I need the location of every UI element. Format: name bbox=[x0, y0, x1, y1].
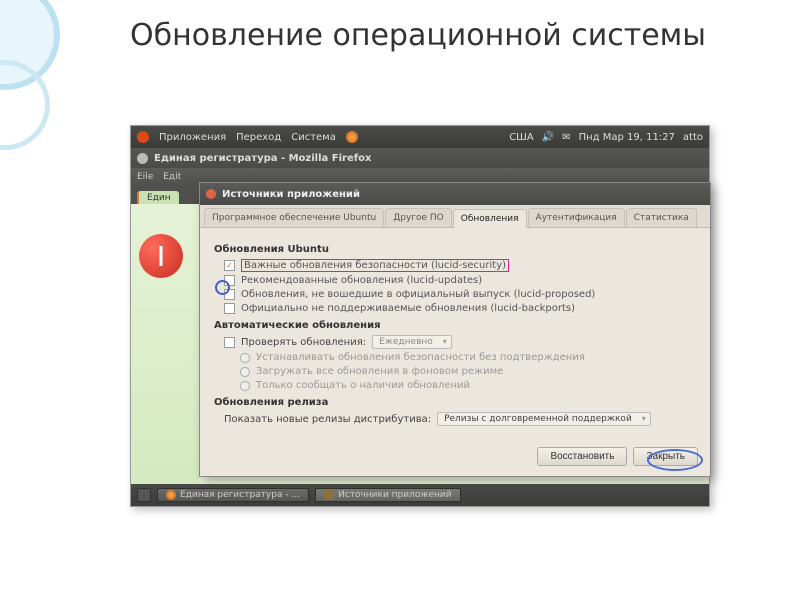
firefox-task-icon bbox=[166, 490, 176, 500]
checkbox-check-updates[interactable] bbox=[224, 337, 235, 348]
webpage-sidebar bbox=[131, 204, 199, 484]
check-interval-dropdown[interactable]: Ежедневно bbox=[372, 335, 452, 349]
checkbox-label: Рекомендованные обновления (lucid-update… bbox=[241, 275, 482, 286]
firefox-window-title: Единая регистратура - Mozilla Firefox bbox=[154, 153, 371, 164]
clock[interactable]: Пнд Мар 19, 11:27 bbox=[579, 132, 675, 143]
alert-icon bbox=[139, 234, 183, 278]
tab-other-software[interactable]: Другое ПО bbox=[385, 208, 452, 227]
checkbox-security-updates[interactable]: Важные обновления безопасности (lucid-se… bbox=[224, 259, 696, 272]
software-sources-dialog: Источники приложений Программное обеспеч… bbox=[199, 182, 711, 477]
firefox-tab[interactable]: Един bbox=[137, 191, 179, 204]
checkbox-label: Важные обновления безопасности (lucid-se… bbox=[241, 259, 509, 272]
tab-statistics[interactable]: Статистика bbox=[626, 208, 697, 227]
radio-notify-only: Только сообщать о наличии обновлений bbox=[240, 380, 696, 391]
slide-decoration bbox=[0, 0, 72, 600]
taskbar-software-sources[interactable]: Источники приложений bbox=[315, 488, 461, 502]
panel-menu-applications[interactable]: Приложения bbox=[159, 132, 226, 143]
os-screenshot: Приложения Переход Система США 🔊 ✉ Пнд М… bbox=[130, 125, 710, 507]
radio-icon bbox=[240, 367, 250, 377]
checkbox-label: Официально не поддерживаемые обновления … bbox=[241, 303, 575, 314]
slide-title: Обновление операционной системы bbox=[130, 18, 706, 54]
ff-menu-file[interactable]: Eile bbox=[137, 172, 153, 182]
checkbox-icon[interactable] bbox=[224, 289, 235, 300]
radio-icon bbox=[240, 381, 250, 391]
firefox-titlebar: Единая регистратура - Mozilla Firefox bbox=[131, 148, 709, 168]
gnome-top-panel: Приложения Переход Система США 🔊 ✉ Пнд М… bbox=[131, 126, 709, 148]
page-background: Источники приложений Программное обеспеч… bbox=[131, 204, 709, 484]
release-upgrade-row: Показать новые релизы дистрибутива: Рели… bbox=[224, 412, 696, 426]
dialog-titlebar[interactable]: Источники приложений bbox=[200, 183, 710, 205]
radio-label: Устанавливать обновления безопасности бе… bbox=[256, 352, 585, 363]
checkbox-icon[interactable] bbox=[224, 303, 235, 314]
ff-menu-edit[interactable]: Едit bbox=[163, 172, 181, 182]
section-ubuntu-updates: Обновления Ubuntu bbox=[214, 244, 696, 255]
taskbar-firefox[interactable]: Единая регистратура - ... bbox=[157, 488, 309, 502]
checkbox-backports-updates[interactable]: Официально не поддерживаемые обновления … bbox=[224, 303, 696, 314]
dialog-close-icon[interactable] bbox=[206, 189, 216, 199]
taskbar-label: Источники приложений bbox=[338, 490, 452, 500]
checkbox-recommended-updates[interactable]: Рекомендованные обновления (lucid-update… bbox=[224, 275, 696, 286]
settings-task-icon bbox=[324, 490, 334, 500]
release-dropdown[interactable]: Релизы с долговременной поддержкой bbox=[437, 412, 651, 426]
checkbox-icon[interactable] bbox=[224, 275, 235, 286]
user-menu[interactable]: atto bbox=[683, 132, 703, 143]
check-updates-label: Проверять обновления: bbox=[241, 337, 366, 348]
firefox-tab-label: Един bbox=[147, 193, 171, 203]
panel-menu-places[interactable]: Переход bbox=[236, 132, 281, 143]
dialog-title: Источники приложений bbox=[222, 189, 360, 200]
tab-authentication[interactable]: Аутентификация bbox=[528, 208, 625, 227]
checkbox-icon[interactable] bbox=[224, 260, 235, 271]
section-automatic-updates: Автоматические обновления bbox=[214, 320, 696, 331]
close-button[interactable]: Закрыть bbox=[633, 447, 698, 466]
ubuntu-logo-icon bbox=[137, 131, 149, 143]
mail-icon[interactable]: ✉ bbox=[562, 132, 570, 143]
radio-icon bbox=[240, 353, 250, 363]
firefox-icon[interactable] bbox=[346, 131, 358, 143]
section-release-upgrade: Обновления релиза bbox=[214, 397, 696, 408]
taskbar-label: Единая регистратура - ... bbox=[180, 490, 300, 500]
release-label: Показать новые релизы дистрибутива: bbox=[224, 414, 431, 425]
radio-install-silently: Устанавливать обновления безопасности бе… bbox=[240, 352, 696, 363]
checkbox-proposed-updates[interactable]: Обновления, не вошедшие в официальный вы… bbox=[224, 289, 696, 300]
show-desktop-button[interactable] bbox=[137, 488, 151, 502]
dialog-body: Обновления Ubuntu Важные обновления безо… bbox=[200, 228, 710, 439]
window-close-icon[interactable] bbox=[137, 153, 148, 164]
restore-button[interactable]: Восстановить bbox=[537, 447, 627, 466]
radio-download-background: Загружать все обновления в фоновом режим… bbox=[240, 366, 696, 377]
dialog-tabs: Программное обеспечение Ubuntu Другое ПО… bbox=[200, 205, 710, 228]
radio-label: Загружать все обновления в фоновом режим… bbox=[256, 366, 503, 377]
check-updates-row: Проверять обновления: Ежедневно bbox=[224, 335, 696, 349]
tab-updates[interactable]: Обновления bbox=[453, 209, 527, 228]
panel-menu-system[interactable]: Система bbox=[291, 132, 336, 143]
radio-label: Только сообщать о наличии обновлений bbox=[256, 380, 470, 391]
keyboard-layout-indicator[interactable]: США bbox=[509, 132, 534, 143]
dialog-footer: Восстановить Закрыть bbox=[200, 439, 710, 476]
gnome-bottom-panel: Единая регистратура - ... Источники прил… bbox=[131, 484, 709, 506]
tab-ubuntu-software[interactable]: Программное обеспечение Ubuntu bbox=[204, 208, 384, 227]
checkbox-label: Обновления, не вошедшие в официальный вы… bbox=[241, 289, 595, 300]
volume-icon[interactable]: 🔊 bbox=[542, 132, 554, 143]
